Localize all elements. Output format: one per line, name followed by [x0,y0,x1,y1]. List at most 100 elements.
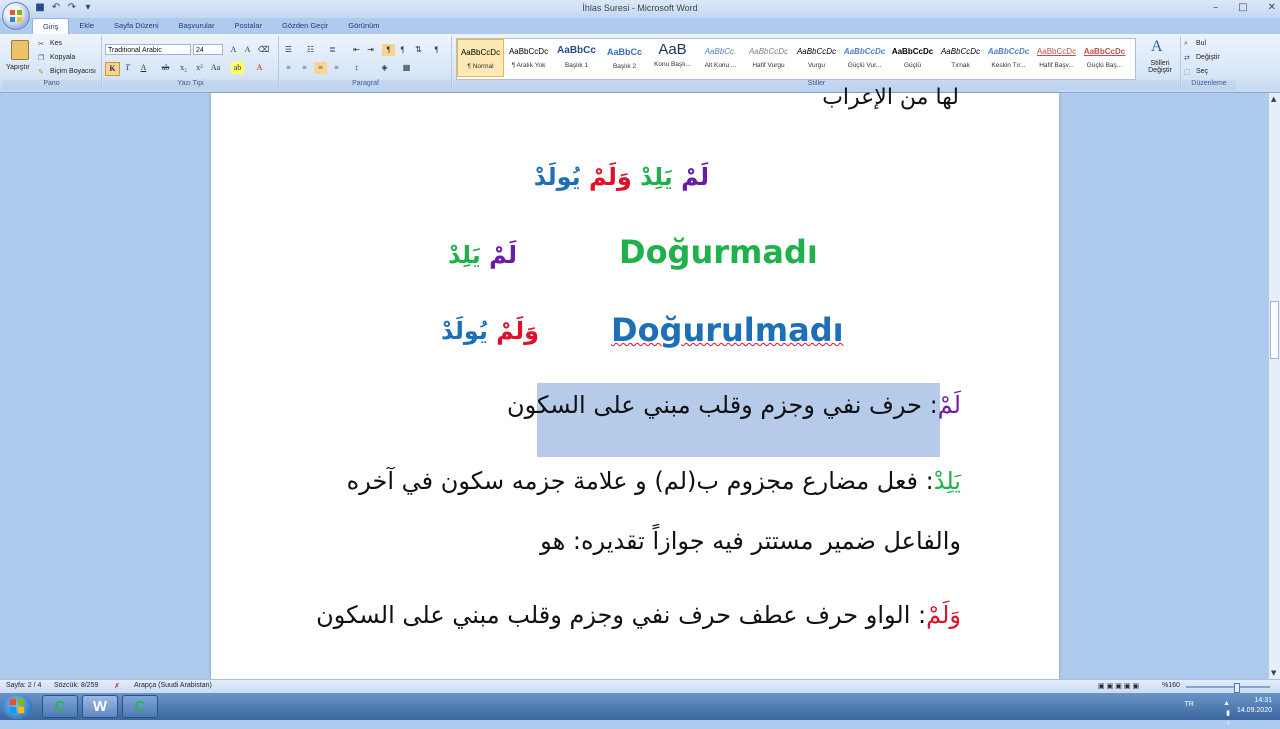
paragraph-group: ☰ ☷ ≣ ⇤ ⇥ ¶ ¶ ⇅ ¶ ≡ ≡ ≡ ≡ ↕ ◈ ▦ Paragraf [280,36,452,90]
font-color-icon[interactable]: A [253,62,266,74]
select-icon: ⬚ [1184,69,1191,76]
multilevel-list-icon[interactable]: ≣ [326,44,339,56]
tab-insert[interactable]: Ekle [69,18,104,34]
decrease-indent-icon[interactable]: ⇤ [350,44,363,56]
shading-icon[interactable]: ◈ [378,62,391,74]
copy-button[interactable]: Kopyala [50,54,75,61]
italic-icon[interactable]: T [121,62,134,74]
style-heading-2[interactable]: AaBbCc Başlık 2 [601,39,648,77]
select-button[interactable]: Seç [1196,68,1208,75]
borders-icon[interactable]: ▦ [400,62,413,74]
align-right-icon[interactable]: ≡ [314,62,327,74]
paragraph-lam: لَمْ: حرف نفي وجزم وقلب مبني على السكون [507,391,961,419]
p4-text: الواو حرف عطف حرف نفي وجزم وقلب مبني على… [316,601,911,629]
format-painter-button[interactable]: Biçim Boyacısı [50,68,96,75]
change-styles-button[interactable]: A Stilleri Değiştir [1141,38,1179,78]
scroll-down-icon[interactable]: ▼ [1271,669,1276,677]
style-heading-1[interactable]: AaBbCc Başlık 1 [553,39,600,77]
word-taskbar-button[interactable]: W [82,695,118,718]
windows-logo-icon [9,698,25,714]
row2-arabic: وَلَمْ يُولَدْ [441,317,539,345]
underline-icon[interactable]: A [137,62,150,74]
numbering-icon[interactable]: ☷ [304,44,317,56]
zoom-slider-thumb[interactable] [1234,683,1240,693]
start-button[interactable] [2,694,32,719]
style-quote[interactable]: AaBbCcDc Tırnak [937,39,984,77]
style-emphasis[interactable]: AaBbCcDc Vurgu [793,39,840,77]
rtl-icon[interactable]: ¶ [396,44,409,56]
paste-button[interactable]: Yapıştır [6,38,32,78]
ltr-icon[interactable]: ¶ [382,44,395,56]
clock-time[interactable]: 14:31 [1237,696,1272,706]
style-intense-quote[interactable]: AaBbCcDc Keskin Tır... [985,39,1032,77]
style-no-spacing[interactable]: AaBbCcDc ¶ Aralık Yok [505,39,552,77]
shrink-font-icon[interactable]: A [241,44,254,56]
align-left-icon[interactable]: ≡ [282,62,295,74]
superscript-icon[interactable]: x² [193,62,206,74]
sort-icon[interactable]: ⇅ [412,44,425,56]
tab-references[interactable]: Başvurular [169,18,225,34]
grow-font-icon[interactable]: A [227,44,240,56]
style-name: ¶ Aralık Yok [511,62,546,69]
bullets-icon[interactable]: ☰ [282,44,295,56]
style-preview: AaBbCcDc [460,48,501,57]
change-styles-icon: A [1151,38,1163,55]
clock-date[interactable]: 14.09.2020 [1237,706,1272,716]
language-status[interactable]: Arapça (Suudi Arabistan) [134,682,212,689]
vertical-scrollbar[interactable]: ▲ ▼ [1268,93,1280,679]
font-size-select[interactable]: 24 [193,44,223,55]
tray-icons[interactable]: ▲ ▮ ♪ [1223,699,1230,729]
style-preview: AaBbCcDc [748,47,789,56]
document-page[interactable]: لها من الإعراب لَمْ يَلِدْ وَلَمْ يُولَد… [211,85,1059,679]
spelling-icon[interactable]: ✗ [114,682,120,690]
language-indicator[interactable]: TR [1185,700,1194,710]
replace-button[interactable]: Değiştir [1196,54,1220,61]
align-center-icon[interactable]: ≡ [298,62,311,74]
style-normal[interactable]: AaBbCcDc ¶ Normal [457,39,504,77]
increase-indent-icon[interactable]: ⇥ [364,44,377,56]
tab-view[interactable]: Görünüm [338,18,389,34]
justify-icon[interactable]: ≡ [330,62,343,74]
subscript-icon[interactable]: x₂ [177,62,190,74]
bold-icon[interactable]: K [105,62,120,76]
editing-group: ⌕ Bul ⇄ Değiştir ⬚ Seç Düzenleme [1182,36,1236,90]
highlight-icon[interactable]: ab [231,62,244,74]
style-strong[interactable]: AaBbCcDc Güçlü [889,39,936,77]
style-subtle-reference[interactable]: AaBbCcDc Hafif Başv... [1033,39,1080,77]
font-family-select[interactable]: Traditional Arabic [105,44,191,55]
tab-mailings[interactable]: Postalar [224,18,272,34]
tab-page-layout[interactable]: Sayfa Düzeni [104,18,169,34]
zoom-slider[interactable] [1186,683,1270,693]
view-buttons[interactable]: ▣▣▣▣▣ [1098,682,1141,690]
close-icon[interactable]: ✕ [1268,2,1276,13]
maximize-icon[interactable]: □ [1238,2,1247,13]
camtasia-taskbar-button[interactable]: C [42,695,78,718]
scroll-up-icon[interactable]: ▲ [1271,95,1276,103]
clear-format-icon[interactable]: ⌫ [257,44,270,56]
change-case-icon[interactable]: Aa [209,62,222,74]
p1-head: لَمْ [937,391,961,419]
show-marks-icon[interactable]: ¶ [430,44,443,56]
style-subtitle[interactable]: AaBbCc. Alt Konu ... [697,39,744,77]
strikethrough-icon[interactable]: ab [159,62,172,74]
window-controls: – □ ✕ [1213,2,1276,13]
camtasia-recorder-taskbar-button[interactable]: C [122,695,158,718]
cut-button[interactable]: Kes [50,40,62,47]
format-painter-icon: ✎ [38,69,44,76]
font-group: Traditional Arabic 24 A A ⌫ K T A ab x₂ … [103,36,279,90]
style-title[interactable]: AaB Konu Başlı... [649,39,696,77]
minimize-icon[interactable]: – [1213,2,1218,13]
zoom-level[interactable]: %160 [1162,682,1180,689]
style-subtle-emphasis[interactable]: AaBbCcDc Hafif Vurgu [745,39,792,77]
page-count[interactable]: Sayfa: 2 / 4 [6,682,41,689]
style-intense-emphasis[interactable]: AaBbCcDc Güçlü Vur... [841,39,888,77]
word-count[interactable]: Sözcük: 8/259 [54,682,98,689]
line-spacing-icon[interactable]: ↕ [350,62,363,74]
style-name: Hafif Başv... [1039,62,1074,69]
tab-home[interactable]: Giriş [32,18,70,35]
style-preview: AaBbCcDc [508,47,549,56]
style-intense-reference[interactable]: AaBbCcDc Güçlü Baş... [1081,39,1128,77]
scroll-thumb[interactable] [1270,301,1279,359]
tab-review[interactable]: Gözden Geçir [272,18,338,34]
find-button[interactable]: Bul [1196,40,1206,47]
